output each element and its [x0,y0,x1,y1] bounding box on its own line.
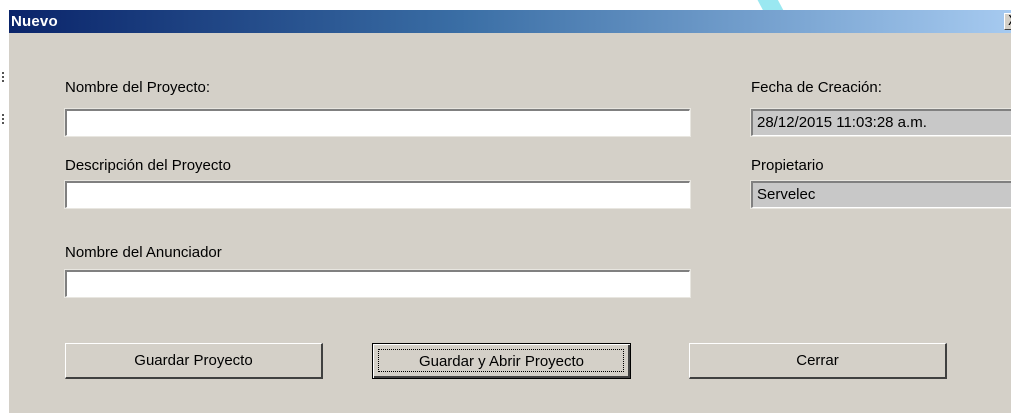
edge-tick [2,114,6,124]
advertiser-input[interactable] [64,269,691,298]
close-button[interactable]: Cerrar [689,343,947,379]
description-label: Descripción del Proyecto [65,157,231,174]
new-project-dialog: Nuevo X Nombre del Proyecto: Descripción… [8,10,1011,413]
edge-tick [2,72,6,82]
window-title: Nuevo [11,13,58,30]
close-window-button[interactable]: X [1004,13,1011,30]
screen: Nuevo X Nombre del Proyecto: Descripción… [0,0,1011,413]
advertiser-label: Nombre del Anunciador [65,244,222,261]
save-project-button[interactable]: Guardar Proyecto [65,343,323,379]
left-edge [0,0,8,413]
project-name-label: Nombre del Proyecto: [65,79,211,96]
title-bar[interactable]: Nuevo [9,10,1011,33]
creation-date-field: 28/12/2015 11:03:28 a.m. [750,108,1011,137]
save-and-open-button-label: Guardar y Abrir Proyecto [418,352,585,370]
description-input[interactable] [64,180,691,209]
owner-field: Servelec [750,180,1011,209]
project-name-input[interactable] [64,108,691,137]
save-and-open-button[interactable]: Guardar y Abrir Proyecto [372,343,631,379]
close-button-label: Cerrar [796,352,839,369]
owner-label: Propietario [751,157,824,174]
save-project-button-label: Guardar Proyecto [134,352,253,369]
creation-date-label: Fecha de Creación: [751,79,882,96]
